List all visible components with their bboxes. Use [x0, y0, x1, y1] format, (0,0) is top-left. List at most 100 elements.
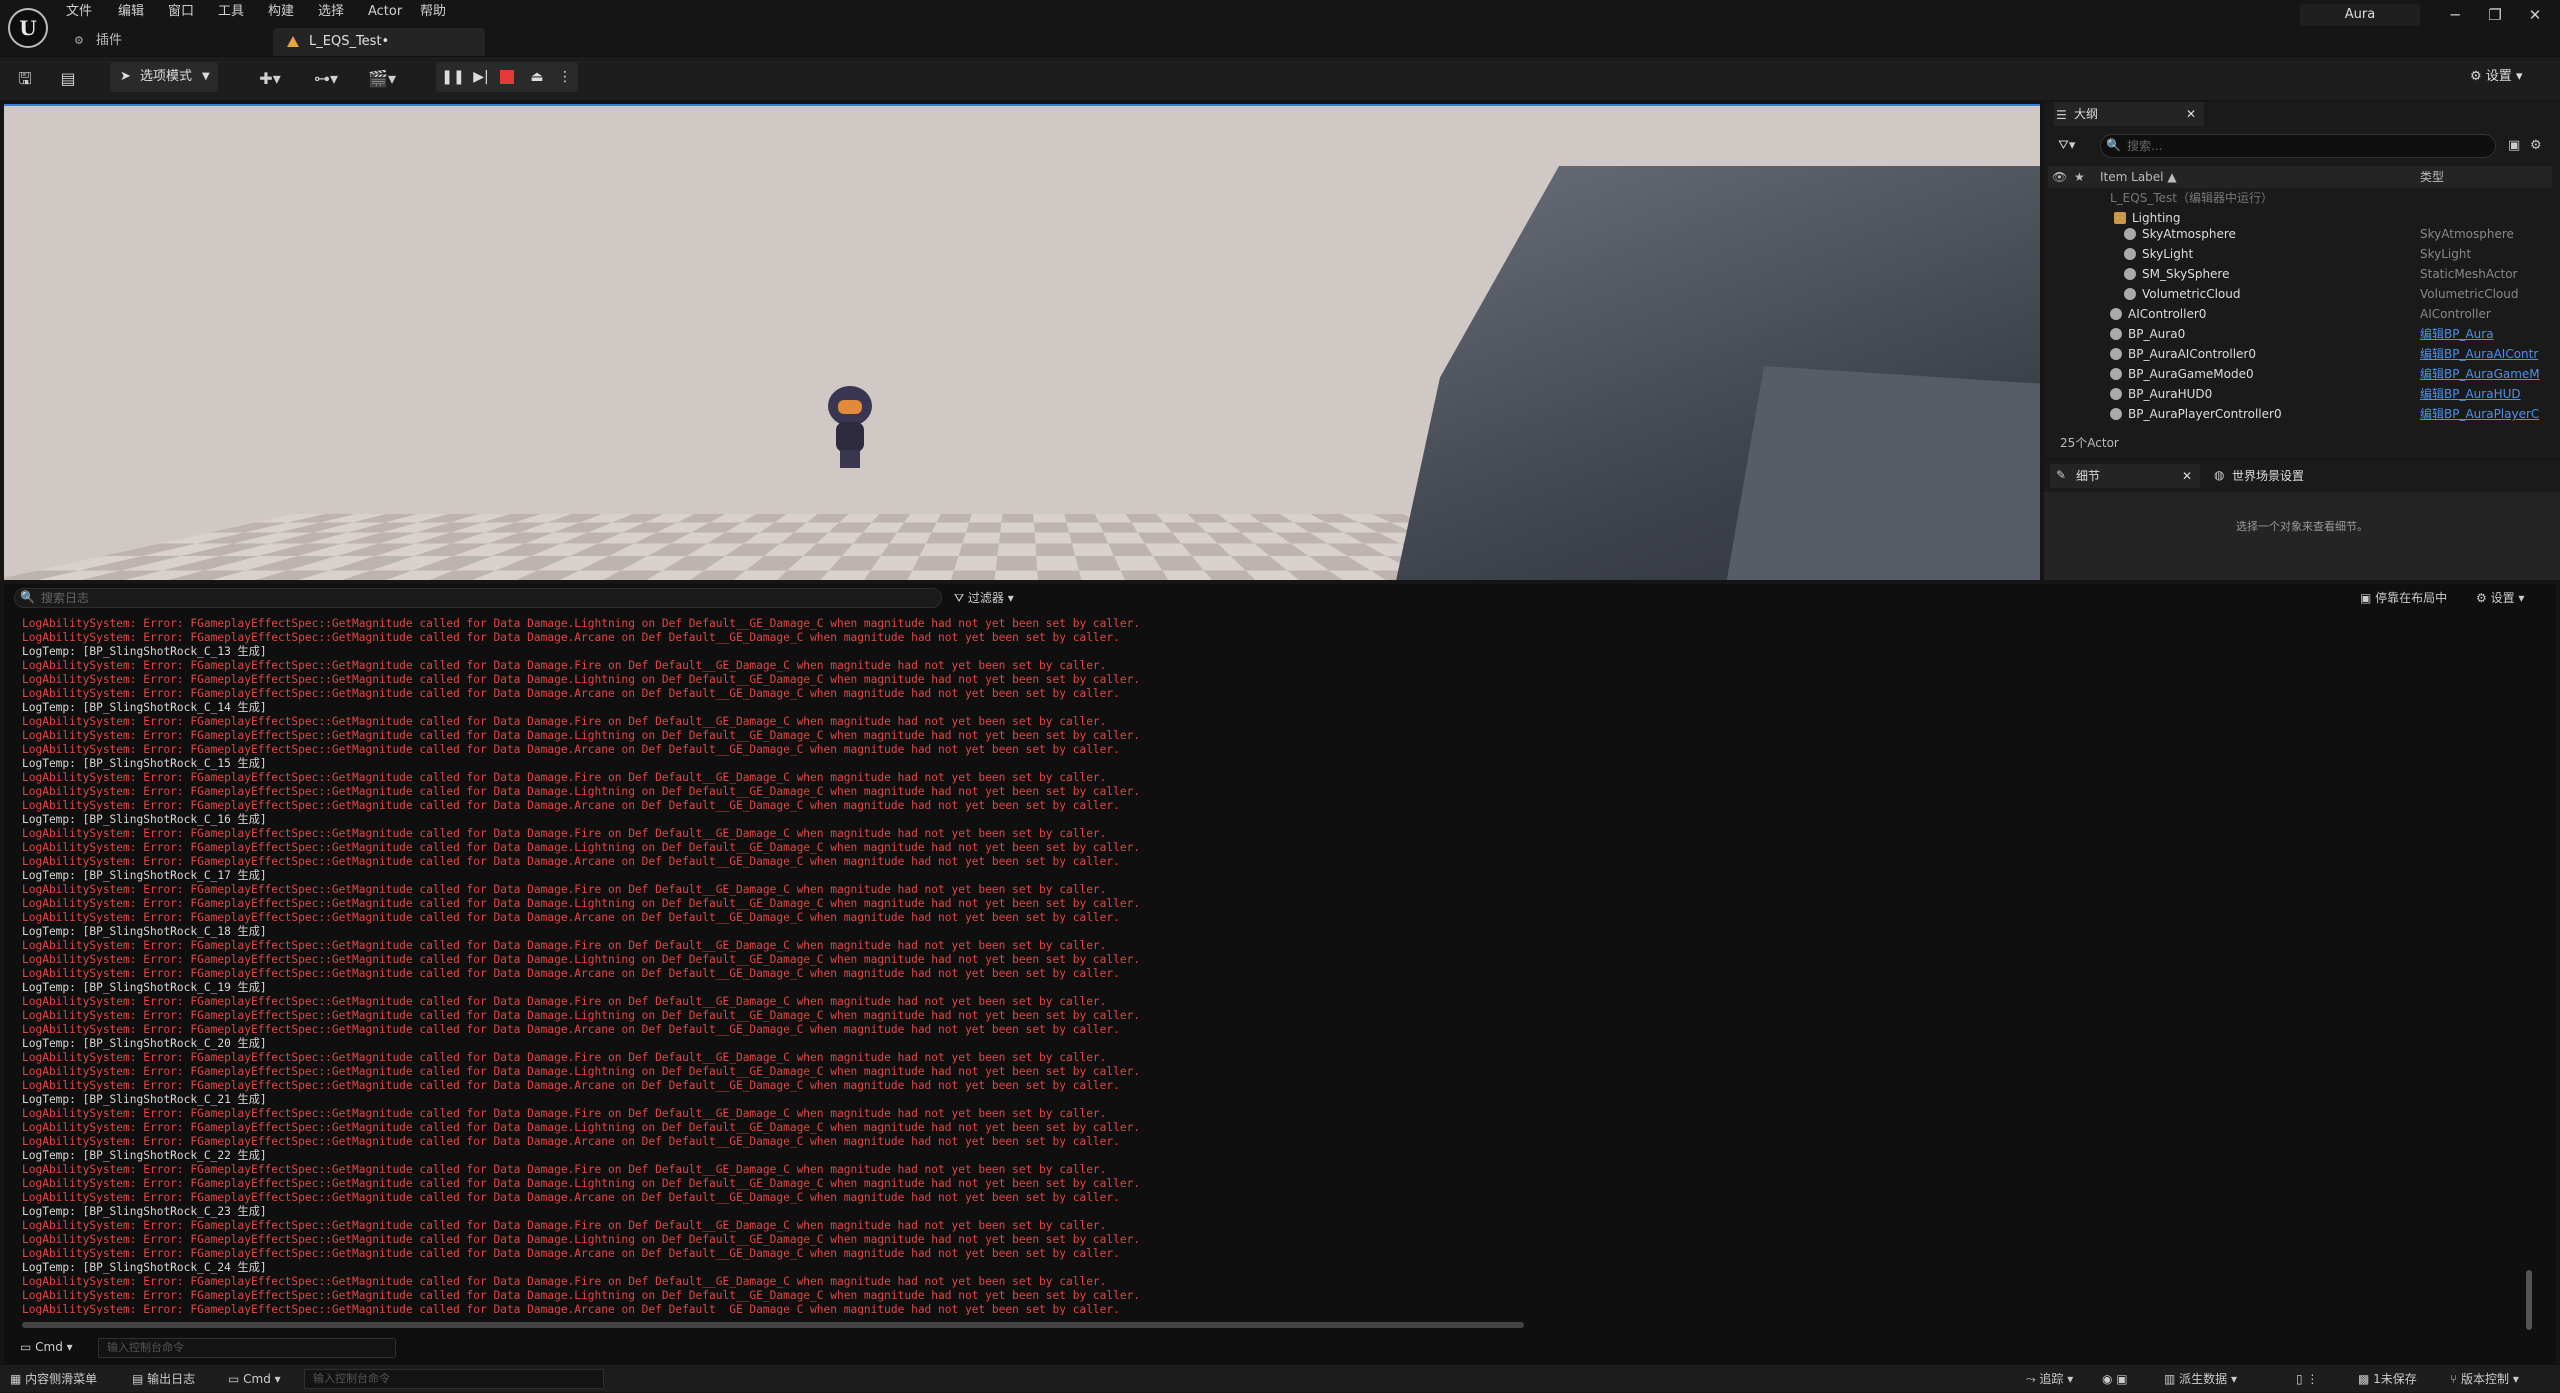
outliner-row-type[interactable]: 编辑BP_AuraPlayerC [2420, 404, 2546, 424]
record-icon[interactable]: ◉ ▣ [2102, 1365, 2128, 1393]
log-error-line: LogAbilitySystem: Error: FGameplayEffect… [22, 1023, 1120, 1036]
outliner-row[interactable]: BP_AuraPlayerController0 编辑BP_AuraPlayerC [2048, 404, 2552, 424]
actor-icon [2124, 228, 2136, 240]
close-icon[interactable]: ✕ [2520, 4, 2550, 26]
add-actor-icon[interactable]: ✚▾ [250, 66, 290, 92]
vertical-scrollbar[interactable] [2526, 1270, 2532, 1330]
log-icon: ▤ [132, 1372, 148, 1386]
menu-window[interactable]: 窗口 [168, 2, 194, 22]
blueprint-icon[interactable]: ⊶▾ [306, 66, 346, 92]
settings-label: 设置 [2485, 69, 2512, 84]
tab-level[interactable]: L_EQS_Test• [273, 28, 485, 56]
content-drawer-button[interactable]: ▦ 内容侧滑菜单 [10, 1365, 97, 1393]
derived-data-button[interactable]: ▥ 派生数据 ▾ [2164, 1365, 2237, 1393]
outliner-row-label: VolumetricCloud [2142, 287, 2241, 301]
search-icon: 🔍 [2106, 138, 2121, 152]
trace-button[interactable]: ⤳ 追踪 ▾ [2026, 1365, 2073, 1393]
log-settings-button[interactable]: ⚙ 设置 ▾ [2476, 588, 2524, 608]
restore-icon[interactable]: ❐ [2480, 4, 2510, 26]
outliner-row[interactable]: L_EQS_Test（编辑器中运行） [2048, 188, 2552, 208]
outliner-search-input[interactable]: 搜索... [2100, 134, 2496, 158]
more-options-icon[interactable]: ⋮ [552, 62, 578, 92]
cinematics-icon[interactable]: 🎬▾ [362, 66, 402, 92]
status-console-input[interactable]: 输入控制台命令 [304, 1369, 604, 1389]
gear-icon[interactable]: ⚙ [2530, 138, 2542, 153]
unsaved-button[interactable]: ▩ 1未保存 [2358, 1365, 2417, 1393]
menu-help[interactable]: 帮助 [420, 2, 446, 22]
console-input[interactable]: 输入控制台命令 [98, 1338, 396, 1358]
outliner-row[interactable]: VolumetricCloud VolumetricCloud [2048, 284, 2552, 304]
log-error-line: LogAbilitySystem: Error: FGameplayEffect… [22, 953, 1141, 966]
source-control-button[interactable]: ⑂ 版本控制 ▾ [2450, 1365, 2519, 1393]
log-temp-line: LogTemp: [BP_SlingShotRock_C_24 生成] [22, 1261, 267, 1274]
log-lines[interactable]: LogAbilitySystem: Error: FGameplayEffect… [22, 617, 2522, 1315]
menu-file[interactable]: 文件 [66, 2, 92, 22]
menu-select[interactable]: 选择 [318, 2, 344, 22]
outliner-row-type[interactable]: 编辑BP_Aura [2420, 324, 2546, 344]
menu-tools[interactable]: 工具 [218, 2, 244, 22]
menu-build[interactable]: 构建 [268, 2, 294, 22]
branch-icon: ⑂ [2450, 1372, 2462, 1386]
outliner-row-type[interactable]: 编辑BP_AuraAIContr [2420, 344, 2546, 364]
star-icon[interactable]: ★ [2074, 166, 2085, 188]
stop-icon[interactable] [500, 70, 514, 84]
outliner-row[interactable]: BP_AuraAIController0 编辑BP_AuraAIContr [2048, 344, 2552, 364]
console-row: ▭ Cmd ▾ 输入控制台命令 [4, 1334, 2556, 1360]
step-icon[interactable]: ▶| [468, 62, 494, 92]
eye-icon[interactable]: 👁 [2052, 166, 2067, 188]
tab-world-settings[interactable]: 世界场景设置 [2212, 464, 2412, 488]
source-control-label: 版本控制 [2461, 1372, 2510, 1386]
menu-edit[interactable]: 编辑 [118, 2, 144, 22]
unreal-logo[interactable]: U [8, 8, 48, 48]
log-error-line: LogAbilitySystem: Error: FGameplayEffect… [22, 1303, 1120, 1315]
outliner-header: 👁 ★ Item Label ▲ 类型 [2048, 166, 2552, 188]
user-badge[interactable]: Aura [2300, 4, 2420, 26]
cmd-dropdown[interactable]: ▭ Cmd ▾ [20, 1338, 73, 1356]
tab-plugins[interactable]: 插件 [96, 30, 122, 52]
details-hint: 选择一个对象来查看细节。 [2236, 520, 2368, 533]
content-browser-icon[interactable]: ▤ [56, 66, 80, 92]
outliner-row[interactable]: AIController0 AIController [2048, 304, 2552, 324]
output-log-button[interactable]: ▤ 输出日志 [132, 1365, 195, 1393]
minimize-icon[interactable]: ─ [2440, 4, 2470, 26]
outliner-row[interactable]: BP_AuraHUD0 编辑BP_AuraHUD [2048, 384, 2552, 404]
status-cmd-dropdown[interactable]: ▭ Cmd ▾ [228, 1365, 281, 1393]
outliner-row-type: SkyAtmosphere [2420, 227, 2514, 241]
outliner-row-type[interactable]: 编辑BP_AuraHUD [2420, 384, 2546, 404]
tab-details[interactable]: 细节 ✕ [2050, 464, 2200, 488]
log-error-line: LogAbilitySystem: Error: FGameplayEffect… [22, 1051, 1107, 1064]
log-error-line: LogAbilitySystem: Error: FGameplayEffect… [22, 799, 1120, 812]
close-icon[interactable]: ✕ [2182, 464, 2192, 488]
outliner-row[interactable]: SM_SkySphere StaticMeshActor [2048, 264, 2552, 284]
menu-actor[interactable]: Actor [368, 2, 402, 22]
selection-mode-button[interactable]: ➤ 选项模式 ▼ [110, 62, 218, 92]
log-error-line: LogAbilitySystem: Error: FGameplayEffect… [22, 631, 1120, 644]
outliner-row-label: L_EQS_Test（编辑器中运行） [2110, 191, 2273, 205]
add-folder-icon[interactable]: ▣ [2508, 138, 2520, 153]
filter-icon[interactable]: ⛛▾ [2058, 138, 2075, 153]
outliner-row[interactable]: BP_Aura0 编辑BP_Aura [2048, 324, 2552, 344]
close-icon[interactable]: ✕ [2186, 102, 2196, 126]
outliner-row[interactable]: SkyAtmosphere SkyAtmosphere [2048, 224, 2552, 244]
console-icon: ▭ [20, 1340, 36, 1354]
column-item-label[interactable]: Item Label ▲ [2100, 166, 2177, 188]
horizontal-scrollbar[interactable] [22, 1322, 1524, 1328]
save-icon[interactable]: 🖫 [14, 66, 36, 92]
outliner-row-label: AIController0 [2128, 307, 2207, 321]
eject-icon[interactable]: ⏏ [524, 62, 550, 92]
log-search-input[interactable]: 搜索日志 [14, 588, 942, 608]
dock-in-layout-button[interactable]: ▣ 停靠在布局中 [2360, 588, 2447, 608]
column-type[interactable]: 类型 [2420, 166, 2444, 188]
log-temp-line: LogTemp: [BP_SlingShotRock_C_22 生成] [22, 1149, 267, 1162]
notifications-icon[interactable]: ▯ ⋮ [2296, 1365, 2318, 1393]
filter-button[interactable]: ⛛ 过滤器 ▾ [954, 588, 1014, 608]
settings-button[interactable]: ⚙ 设置 ▾ [2470, 62, 2522, 92]
level-viewport[interactable] [4, 104, 2040, 580]
log-error-line: LogAbilitySystem: Error: FGameplayEffect… [22, 1163, 1107, 1176]
globe-icon: ◍ [2214, 468, 2225, 482]
outliner-row[interactable]: SkyLight SkyLight [2048, 244, 2552, 264]
pause-icon[interactable]: ❚❚ [440, 62, 466, 92]
tab-outliner[interactable]: 大纲 ✕ [2054, 102, 2204, 126]
outliner-row[interactable]: BP_AuraGameMode0 编辑BP_AuraGameM [2048, 364, 2552, 384]
outliner-row-type[interactable]: 编辑BP_AuraGameM [2420, 364, 2546, 384]
